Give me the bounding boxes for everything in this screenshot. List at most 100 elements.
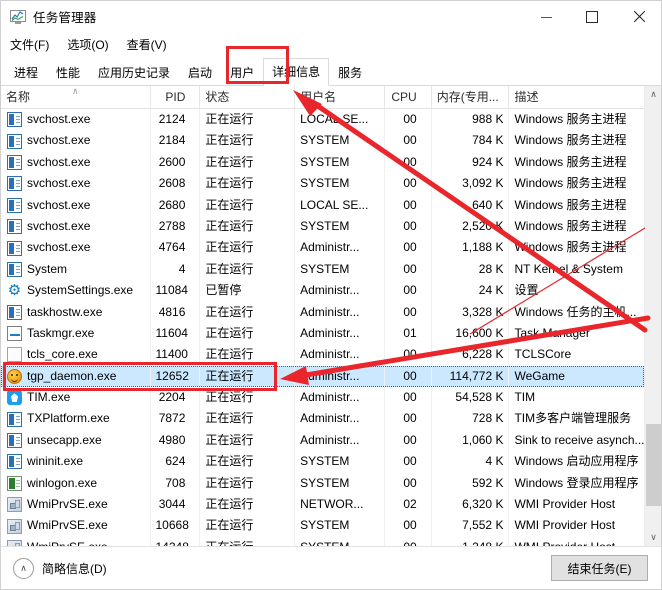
cell-cpu: 00 — [385, 216, 432, 237]
table-row[interactable]: tcls_core.exe11400正在运行Administr...006,22… — [1, 344, 644, 365]
cell-name: tgp_daemon.exe — [1, 366, 151, 387]
tab-processes[interactable]: 进程 — [5, 59, 47, 86]
column-header-memory[interactable]: 内存(专用... — [432, 86, 510, 109]
cell-description: NT Kernel & System — [509, 259, 644, 280]
fewer-details-toggle[interactable]: ∧ 简略信息(D) — [13, 558, 107, 579]
cell-username: SYSTEM — [295, 537, 385, 546]
column-header-pid[interactable]: PID — [151, 86, 201, 109]
cell-description: TIM多客户端管理服务 — [509, 408, 644, 429]
table-row[interactable]: svchost.exe2788正在运行SYSTEM002,520 KWindow… — [1, 216, 644, 237]
table-row[interactable]: taskhostw.exe4816正在运行Administr...003,328… — [1, 302, 644, 323]
column-header-status[interactable]: 状态 — [200, 86, 295, 109]
cell-username: Administr... — [295, 408, 385, 429]
table-row[interactable]: svchost.exe2608正在运行SYSTEM003,092 KWindow… — [1, 173, 644, 194]
cell-name: TXPlatform.exe — [1, 408, 151, 429]
cell-cpu: 00 — [385, 387, 432, 408]
cell-pid: 4980 — [151, 430, 201, 451]
gear-icon: ⚙ — [7, 283, 22, 298]
cell-description: Task Manager — [509, 323, 644, 344]
tab-startup[interactable]: 启动 — [179, 59, 221, 86]
winlogon-icon — [7, 476, 22, 491]
minimize-button[interactable] — [523, 1, 569, 32]
cell-pid: 12652 — [151, 366, 201, 387]
cell-name: wininit.exe — [1, 451, 151, 472]
tab-strip: 进程 性能 应用历史记录 启动 用户 详细信息 服务 — [1, 57, 661, 86]
tab-app-history[interactable]: 应用历史记录 — [89, 59, 179, 86]
end-task-button[interactable]: 结束任务(E) — [551, 555, 648, 581]
cell-pid: 2124 — [151, 109, 201, 130]
table-row[interactable]: System4正在运行SYSTEM0028 KNT Kernel & Syste… — [1, 259, 644, 280]
cell-description: Windows 服务主进程 — [509, 173, 644, 194]
table-row[interactable]: WmiPrvSE.exe3044正在运行NETWOR...026,320 KWM… — [1, 494, 644, 515]
cell-description: WMI Provider Host — [509, 537, 644, 546]
column-header-username[interactable]: 用户名 — [295, 86, 385, 109]
close-button[interactable] — [615, 1, 661, 32]
cell-description: Windows 登录应用程序 — [509, 473, 644, 494]
table-row[interactable]: unsecapp.exe4980正在运行Administr...001,060 … — [1, 430, 644, 451]
cell-username: Administr... — [295, 366, 385, 387]
maximize-button[interactable] — [569, 1, 615, 32]
table-row[interactable]: svchost.exe2184正在运行SYSTEM00784 KWindows … — [1, 130, 644, 151]
table-row[interactable]: WmiPrvSE.exe10668正在运行SYSTEM007,552 KWMI … — [1, 515, 644, 536]
cell-status: 正在运行 — [200, 216, 295, 237]
cell-cpu: 00 — [385, 173, 432, 194]
cell-cpu: 00 — [385, 237, 432, 258]
table-row[interactable]: winlogon.exe708正在运行SYSTEM00592 KWindows … — [1, 473, 644, 494]
tab-details[interactable]: 详细信息 — [263, 58, 329, 86]
cell-status: 正在运行 — [200, 323, 295, 344]
cell-description: WMI Provider Host — [509, 494, 644, 515]
cell-username: Administr... — [295, 430, 385, 451]
svchost-icon — [7, 198, 22, 213]
tab-performance[interactable]: 性能 — [47, 59, 89, 86]
vertical-scrollbar[interactable]: ∧ ∨ — [644, 86, 661, 546]
cell-cpu: 00 — [385, 451, 432, 472]
cell-pid: 11604 — [151, 323, 201, 344]
menu-item-file[interactable]: 文件(F) — [10, 34, 58, 55]
column-header-cpu[interactable]: CPU — [385, 86, 432, 109]
table-row[interactable]: TXPlatform.exe7872正在运行Administr...00728 … — [1, 408, 644, 429]
menu-item-view[interactable]: 查看(V) — [127, 34, 176, 55]
sort-ascending-icon: ∧ — [72, 86, 79, 96]
column-header-name[interactable]: 名称 ∧ — [1, 86, 151, 109]
tab-users[interactable]: 用户 — [221, 59, 263, 86]
table-row[interactable]: wininit.exe624正在运行SYSTEM004 KWindows 启动应… — [1, 451, 644, 472]
column-header-description[interactable]: 描述 — [509, 86, 644, 109]
menu-item-options[interactable]: 选项(O) — [67, 34, 117, 55]
cell-description: Sink to receive asynch... — [509, 430, 644, 451]
cell-pid: 2608 — [151, 173, 201, 194]
cell-memory: 3,092 K — [432, 173, 510, 194]
cell-status: 正在运行 — [200, 130, 295, 151]
wmi-icon — [7, 540, 22, 546]
svchost-icon — [7, 155, 22, 170]
table-row[interactable]: svchost.exe2680正在运行LOCAL SE...00640 KWin… — [1, 195, 644, 216]
cell-cpu: 00 — [385, 473, 432, 494]
cell-pid: 7872 — [151, 408, 201, 429]
cell-description: Windows 服务主进程 — [509, 109, 644, 130]
cell-username: SYSTEM — [295, 130, 385, 151]
cell-description: Windows 任务的主机... — [509, 302, 644, 323]
cell-pid: 2204 — [151, 387, 201, 408]
table-row[interactable]: TIM.exe2204正在运行Administr...0054,528 KTIM — [1, 387, 644, 408]
table-row[interactable]: svchost.exe4764正在运行Administr...001,188 K… — [1, 237, 644, 258]
table-row[interactable]: tgp_daemon.exe12652正在运行Administr...00114… — [1, 366, 644, 387]
cell-name: WmiPrvSE.exe — [1, 494, 151, 515]
blank-document-icon — [7, 347, 22, 362]
cell-cpu: 00 — [385, 195, 432, 216]
scroll-up-icon[interactable]: ∧ — [645, 86, 661, 103]
cell-status: 正在运行 — [200, 451, 295, 472]
cell-memory: 7,552 K — [432, 515, 510, 536]
table-row[interactable]: svchost.exe2124正在运行LOCAL SE...00988 KWin… — [1, 109, 644, 130]
table-row[interactable]: WmiPrvSE.exe14248正在运行SYSTEM001,248 KWMI … — [1, 537, 644, 546]
cell-memory: 640 K — [432, 195, 510, 216]
scroll-down-icon[interactable]: ∨ — [645, 529, 661, 546]
table-row[interactable]: Taskmgr.exe11604正在运行Administr...0116,600… — [1, 323, 644, 344]
cell-memory: 592 K — [432, 473, 510, 494]
table-row[interactable]: svchost.exe2600正在运行SYSTEM00924 KWindows … — [1, 152, 644, 173]
cell-username: SYSTEM — [295, 515, 385, 536]
table-row[interactable]: ⚙SystemSettings.exe11084已暂停Administr...0… — [1, 280, 644, 301]
cell-name: ⚙SystemSettings.exe — [1, 280, 151, 301]
scrollbar-thumb[interactable] — [646, 424, 661, 506]
tab-services[interactable]: 服务 — [329, 59, 371, 86]
cell-pid: 3044 — [151, 494, 201, 515]
cell-username: SYSTEM — [295, 216, 385, 237]
